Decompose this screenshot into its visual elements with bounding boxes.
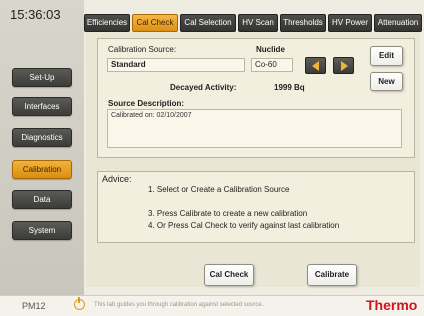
arrow-right-icon xyxy=(341,61,348,71)
advice-box xyxy=(97,171,415,243)
sidebar-item-interfaces[interactable]: Interfaces xyxy=(12,97,72,116)
tab-efficiencies[interactable]: Efficiencies xyxy=(84,14,130,32)
tab-thresholds[interactable]: Thresholds xyxy=(280,14,326,32)
calibration-source-field[interactable]: Standard xyxy=(107,58,245,72)
tab-hv-power[interactable]: HV Power xyxy=(328,14,372,32)
advice-line: 1. Select or Create a Calibration Source xyxy=(148,185,290,194)
previous-source-button[interactable] xyxy=(305,57,326,74)
advice-title: Advice: xyxy=(102,174,132,184)
source-description-label: Source Description: xyxy=(108,99,185,108)
status-hint: This tab guides you through calibration … xyxy=(94,302,264,308)
source-description-field[interactable]: Calibrated on: 02/10/2007 xyxy=(107,109,402,148)
nuclide-label: Nuclide xyxy=(256,45,285,54)
sidebar-item-calibration[interactable]: Calibration xyxy=(12,160,72,179)
sidebar-item-diagnostics[interactable]: Diagnostics xyxy=(12,128,72,147)
power-icon[interactable] xyxy=(74,297,85,310)
cal-check-button[interactable]: Cal Check xyxy=(204,264,254,286)
sidebar-item-data[interactable]: Data xyxy=(12,190,72,209)
tab-cal-check[interactable]: Cal Check xyxy=(132,14,178,32)
clock: 15:36:03 xyxy=(10,7,61,22)
sidebar-item-setup[interactable]: Set-Up xyxy=(12,68,72,87)
decayed-activity-value: 1999 Bq xyxy=(274,83,305,92)
model-label: PM12 xyxy=(22,301,46,311)
sidebar: 15:36:03 Set-Up Interfaces Diagnostics C… xyxy=(0,0,84,295)
advice-line: 3. Press Calibrate to create a new calib… xyxy=(148,209,308,218)
edit-button[interactable]: Edit xyxy=(370,46,403,66)
tab-hv-scan[interactable]: HV Scan xyxy=(238,14,278,32)
decayed-activity-label: Decayed Activity: xyxy=(170,83,237,92)
next-source-button[interactable] xyxy=(333,57,354,74)
sidebar-item-system[interactable]: System xyxy=(12,221,72,240)
calibrate-button[interactable]: Calibrate xyxy=(307,264,357,286)
arrow-left-icon xyxy=(312,61,319,71)
tab-cal-selection[interactable]: Cal Selection xyxy=(180,14,236,32)
calibration-source-label: Calibration Source: xyxy=(108,45,177,54)
footer: PM12 This tab guides you through calibra… xyxy=(0,295,424,316)
tab-attenuation[interactable]: Attenuation xyxy=(374,14,422,32)
advice-line: 4. Or Press Cal Check to verify against … xyxy=(148,221,340,230)
nuclide-field[interactable]: Co-60 xyxy=(251,58,293,72)
new-button[interactable]: New xyxy=(370,72,403,91)
thermo-logo: Thermo xyxy=(366,297,418,313)
